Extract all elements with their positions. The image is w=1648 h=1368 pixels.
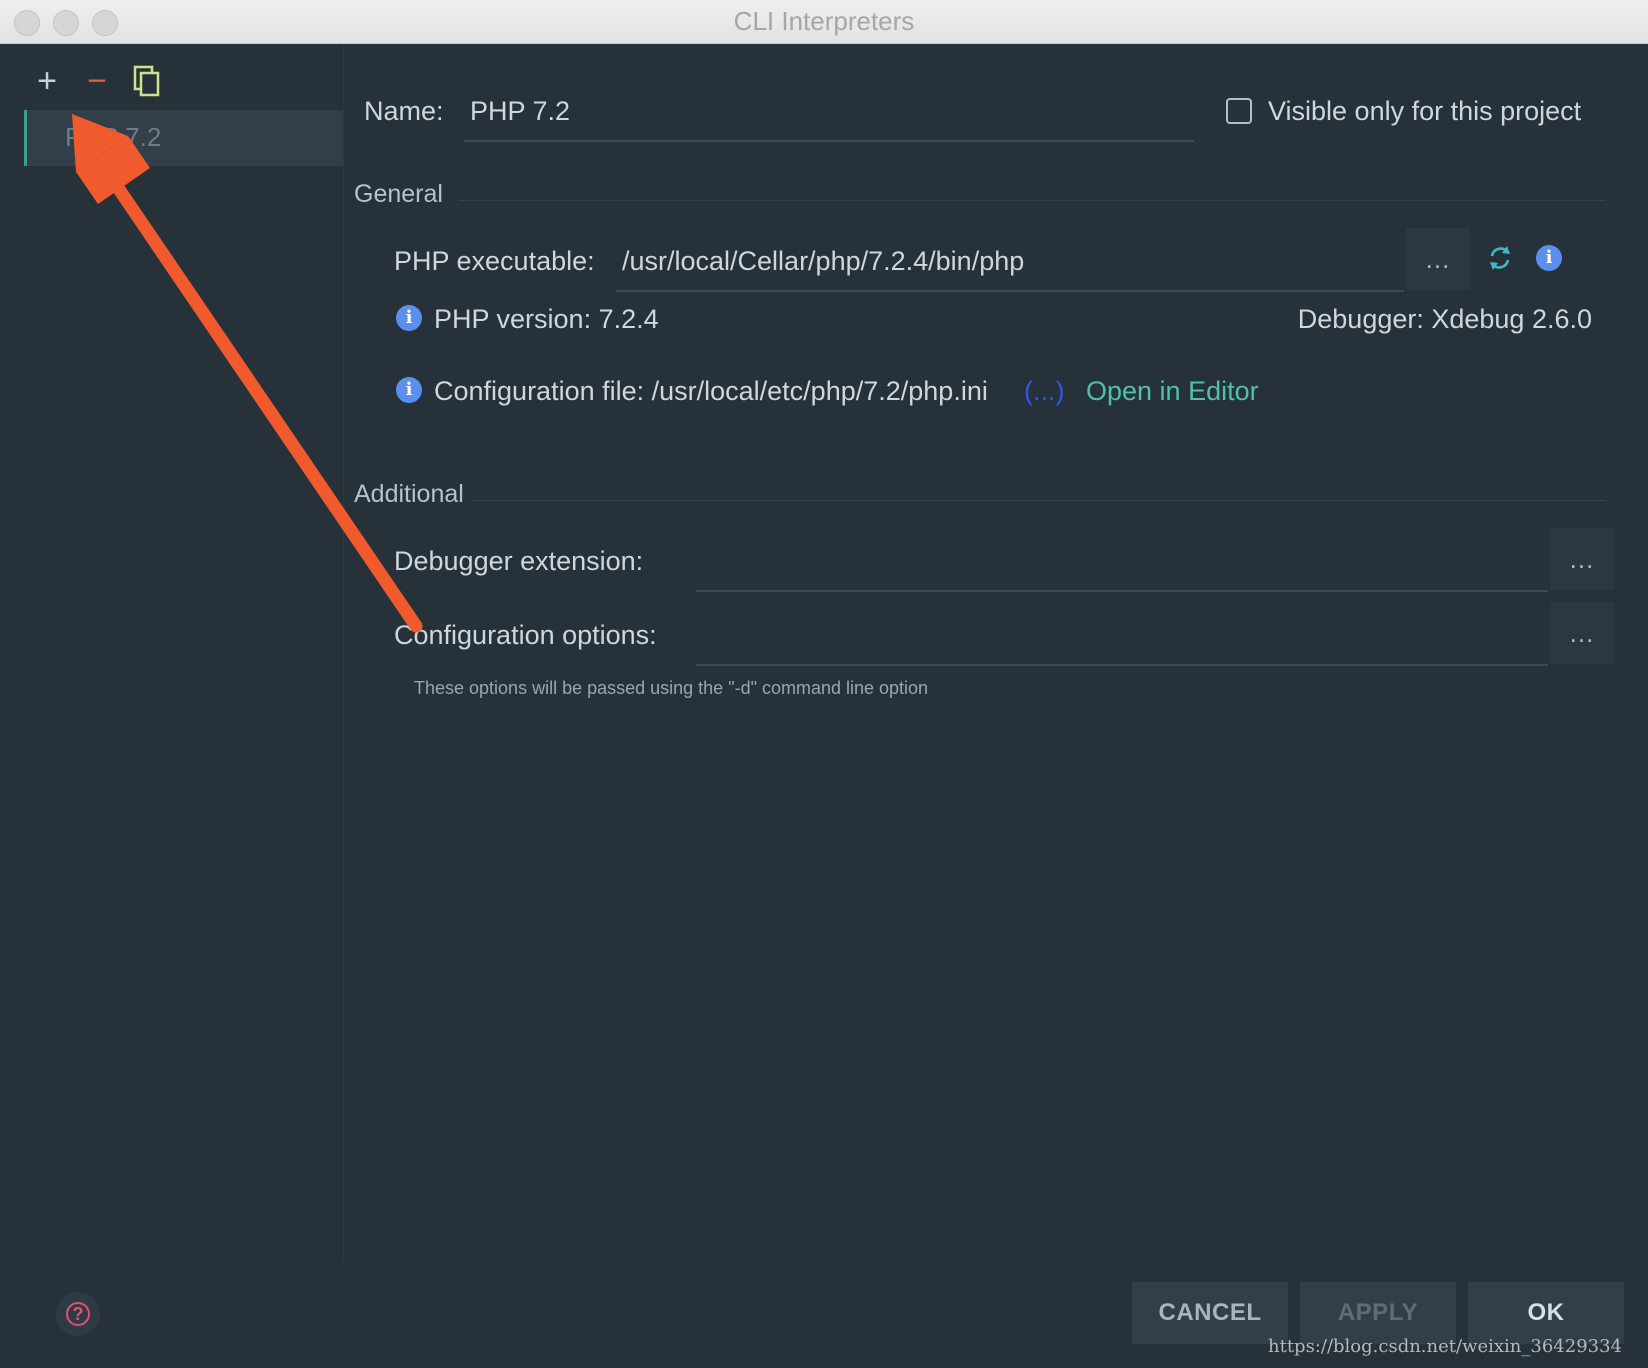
debugger-extension-browse-button[interactable]: ... xyxy=(1550,528,1614,590)
title-bar: CLI Interpreters xyxy=(0,0,1648,44)
php-executable-underline xyxy=(616,290,1404,292)
php-executable-browse-button[interactable]: ... xyxy=(1406,228,1470,290)
config-file-text: Configuration file: /usr/local/etc/php/7… xyxy=(434,376,988,406)
interpreter-list-item[interactable]: PHP 7.2 xyxy=(24,110,343,166)
plus-icon[interactable]: + xyxy=(30,64,64,98)
help-button[interactable]: ? xyxy=(56,1292,100,1336)
general-section-divider xyxy=(458,200,1606,201)
copy-icon[interactable] xyxy=(130,64,164,98)
debugger-extension-underline xyxy=(696,590,1548,592)
php-version-text: PHP version: 7.2.4 xyxy=(434,304,659,334)
additional-section-heading: Additional xyxy=(354,480,464,508)
open-in-editor-link[interactable]: Open in Editor xyxy=(1086,376,1259,407)
name-input-underline xyxy=(464,140,1194,142)
watermark-text: https://blog.csdn.net/weixin_36429334 xyxy=(1268,1336,1623,1357)
config-file-more-link[interactable]: (...) xyxy=(1024,376,1065,407)
ok-button[interactable]: OK xyxy=(1468,1282,1624,1344)
config-file-info-icon: i xyxy=(396,377,422,403)
configuration-options-underline xyxy=(696,664,1548,666)
interpreter-list-panel: + − PHP 7.2 xyxy=(0,44,344,1262)
debugger-text: Debugger: Xdebug 2.6.0 xyxy=(1297,304,1592,334)
additional-section-divider xyxy=(472,500,1606,501)
interpreter-list-item-label: PHP 7.2 xyxy=(65,122,162,152)
window-title: CLI Interpreters xyxy=(733,6,915,36)
php-version-info-icon: i xyxy=(396,305,422,331)
configuration-options-browse-button[interactable]: ... xyxy=(1550,602,1614,664)
cancel-button[interactable]: CANCEL xyxy=(1132,1282,1288,1344)
info-icon[interactable]: i xyxy=(1536,245,1562,271)
general-section-heading: General xyxy=(354,180,443,208)
configuration-options-hint: These options will be passed using the "… xyxy=(414,678,929,698)
visible-only-label[interactable]: Visible only for this project xyxy=(1268,96,1581,127)
visible-only-checkbox[interactable] xyxy=(1226,98,1252,124)
help-icon: ? xyxy=(66,1302,90,1326)
minus-icon[interactable]: − xyxy=(80,64,114,98)
apply-button[interactable]: APPLY xyxy=(1300,1282,1456,1344)
name-label: Name: xyxy=(364,96,444,126)
debugger-extension-label: Debugger extension: xyxy=(394,546,644,576)
refresh-icon[interactable] xyxy=(1484,242,1516,274)
configuration-options-label: Configuration options: xyxy=(394,620,657,650)
php-executable-label: PHP executable: xyxy=(394,246,595,276)
php-executable-input[interactable]: /usr/local/Cellar/php/7.2.4/bin/php xyxy=(622,246,1024,277)
cli-interpreters-dialog: CLI Interpreters + − PHP 7.2 Name: PHP 7… xyxy=(0,0,1648,1368)
name-input[interactable]: PHP 7.2 xyxy=(470,96,570,127)
